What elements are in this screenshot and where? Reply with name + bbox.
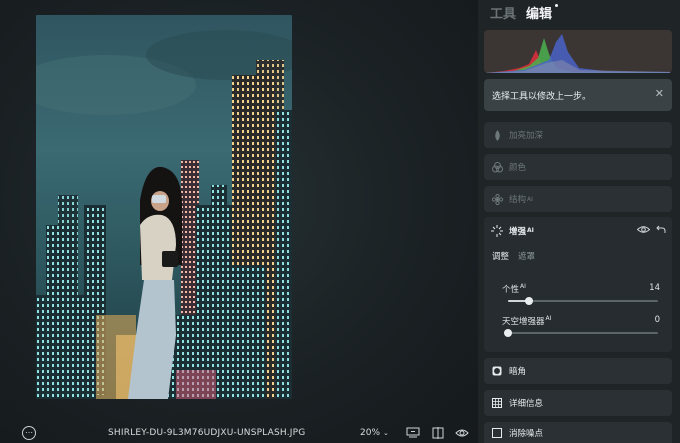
enhance-label: 增强 (509, 226, 527, 237)
eye-icon[interactable] (455, 425, 469, 441)
slider-value-character: 14 (649, 283, 660, 293)
structure-flower-icon (491, 193, 503, 205)
edited-indicator-dot (555, 3, 559, 7)
tool-dodge-burn[interactable]: 加亮加深 (484, 122, 672, 148)
histogram (484, 30, 672, 73)
enhance-section: 增强 AI 调整 遮罩 个性AI 14 天空增强器AI 0 (484, 217, 672, 352)
subtab-mask[interactable]: 遮罩 (518, 250, 535, 262)
slider-knob[interactable] (504, 329, 512, 337)
tool-vignette[interactable]: 暗角 (484, 358, 672, 384)
drop-icon (491, 129, 503, 141)
subtab-adjust[interactable]: 调整 (492, 250, 509, 262)
slider-label-text: 天空增强器 (502, 317, 545, 327)
hint-text: 选择工具以修改上一步。 (492, 91, 592, 102)
tool-structure[interactable]: 结构 AI (484, 186, 672, 212)
tool-label: 暗角 (509, 367, 527, 377)
hint-banner: 选择工具以修改上一步。 ✕ (484, 79, 672, 111)
bottom-bar: ⋯ SHIRLEY-DU-9L3M76UDJXU-UNSPLASH.JPG 20… (0, 422, 478, 443)
split-view-icon[interactable] (432, 425, 444, 441)
canvas-area: ⋯ SHIRLEY-DU-9L3M76UDJXU-UNSPLASH.JPG 20… (0, 0, 478, 443)
tab-edit-label: 编辑 (526, 6, 553, 22)
detail-grid-icon (491, 397, 503, 409)
ai-badge: AI (527, 227, 534, 234)
photo-preview[interactable] (36, 15, 292, 399)
ai-badge: AI (527, 195, 533, 203)
city-night-photo (36, 15, 292, 399)
enhance-subtabs: 调整 遮罩 (492, 250, 535, 262)
chevron-down-icon: ⌄ (383, 429, 389, 437)
slider-knob[interactable] (525, 297, 533, 305)
sparkle-icon (491, 224, 503, 237)
tool-label: 消除噪点 (509, 428, 544, 439)
tool-label: 加亮加深 (509, 131, 544, 141)
denoise-icon (491, 427, 503, 439)
slider-label-sky-enhancer: 天空增强器AI (502, 315, 551, 327)
color-circles-icon (491, 161, 503, 173)
tool-label: 详细信息 (509, 399, 544, 409)
ai-badge: AI (545, 315, 552, 323)
edit-panel: 工具 编辑 选择工具以修改上一步。 ✕ 加亮加深 颜色 结构 AI 增强 AI … (478, 0, 680, 443)
tool-label: 结构 (509, 195, 527, 205)
panel-tabs: 工具 编辑 (490, 2, 559, 22)
reset-undo-icon[interactable] (656, 224, 666, 237)
ai-badge: AI (520, 283, 526, 291)
enhance-header[interactable]: 增强 AI (484, 217, 672, 244)
slider-label-character: 个性AI (502, 283, 526, 295)
sky-enhancer-slider[interactable] (504, 329, 658, 337)
slider-value-sky-enhancer: 0 (654, 315, 660, 325)
zoom-dropdown[interactable]: 20% ⌄ (360, 425, 389, 441)
character-slider[interactable] (508, 297, 658, 305)
close-icon[interactable]: ✕ (655, 87, 664, 100)
vignette-icon (491, 365, 503, 377)
more-options-button[interactable]: ⋯ (22, 426, 36, 440)
tool-color[interactable]: 颜色 (484, 154, 672, 180)
zoom-value: 20% (360, 428, 381, 438)
filename-label: SHIRLEY-DU-9L3M76UDJXU-UNSPLASH.JPG (108, 428, 306, 438)
slider-label-text: 个性 (502, 285, 520, 295)
tab-tools[interactable]: 工具 (490, 3, 516, 22)
tool-details[interactable]: 详细信息 (484, 390, 672, 416)
tab-edit[interactable]: 编辑 (526, 3, 559, 22)
tool-label: 颜色 (509, 163, 527, 173)
compare-icon[interactable] (406, 425, 420, 441)
visibility-eye-icon[interactable] (636, 225, 651, 237)
tool-denoise[interactable]: 消除噪点 (484, 422, 672, 443)
